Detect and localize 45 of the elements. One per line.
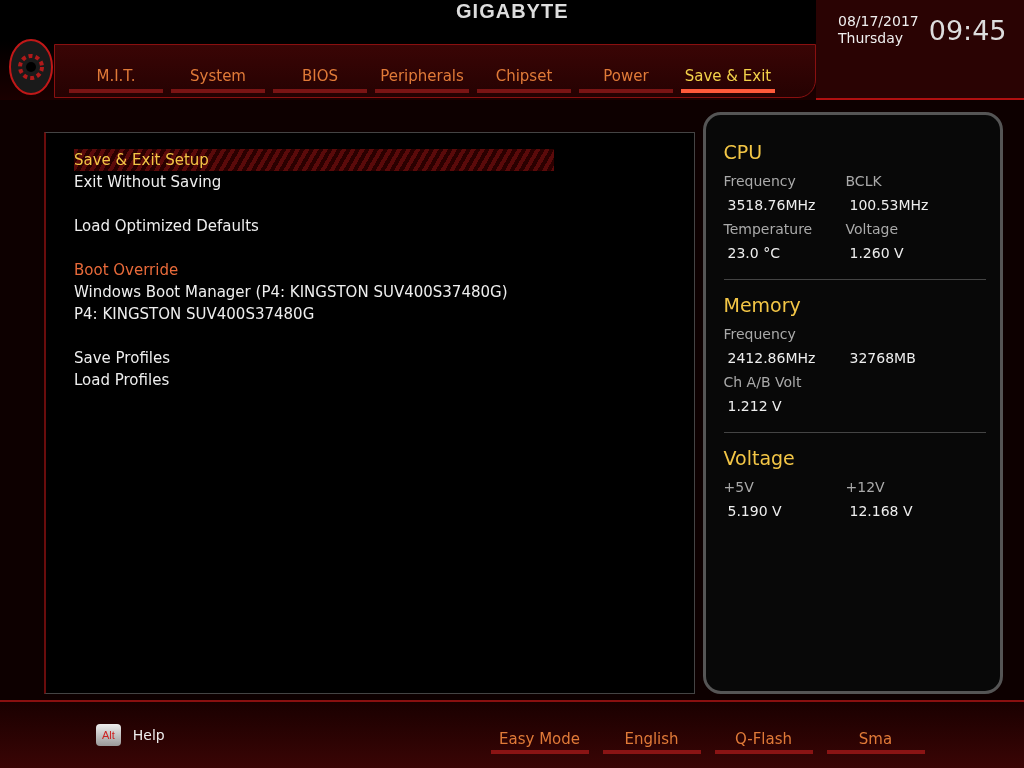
menu-item[interactable]: Exit Without Saving <box>74 171 222 193</box>
date-text: 08/17/2017 <box>838 13 919 30</box>
monitor-title: Voltage <box>723 447 796 469</box>
monitor-label: +12V <box>845 479 886 495</box>
monitor-label: Voltage <box>845 221 900 237</box>
menu-tab[interactable]: M.I.T. <box>69 67 163 93</box>
monitor-value: 100.53MHz <box>848 197 930 213</box>
monitor-title: CPU <box>723 141 764 163</box>
menu-tab[interactable]: Chipset <box>477 67 571 93</box>
bottom-button[interactable]: Sma <box>826 730 925 754</box>
monitor-label: BCLK <box>845 173 883 189</box>
menu-item[interactable]: Windows Boot Manager (P4: KINGSTON SUV400S37480G) <box>74 281 508 303</box>
menu-tab[interactable]: Save & Exit <box>681 67 775 93</box>
monitor-value: 5.190 V <box>726 503 783 519</box>
menu-tab[interactable]: BIOS <box>273 67 367 93</box>
monitor-value: 1.260 V <box>848 245 905 261</box>
brand-logo: GIGABYTE <box>456 0 569 23</box>
monitor-value: 23.0 °C <box>726 245 781 261</box>
monitor-value: 12.168 V <box>848 503 914 519</box>
monitor-value: 2412.86MHz <box>726 350 817 366</box>
menu-item[interactable]: P4: KINGSTON SUV400S37480G <box>74 303 315 325</box>
help-label: Help <box>132 727 165 743</box>
monitor-label: Ch A/B Volt <box>723 374 803 390</box>
bottom-button[interactable]: Q-Flash <box>714 730 813 754</box>
menu-tab[interactable]: Power <box>579 67 673 93</box>
monitor-value: 32768MB <box>848 350 917 366</box>
monitor-label: Temperature <box>723 221 814 237</box>
menu-item[interactable]: Save Profiles <box>74 347 171 369</box>
monitor-label: +5V <box>723 479 755 495</box>
monitor-label: Frequency <box>723 326 797 342</box>
clock-time: 09:45 <box>928 14 1007 46</box>
menu-tab[interactable]: Peripherals <box>375 67 469 93</box>
menu-item[interactable]: Load Optimized Defaults <box>74 215 259 237</box>
bottom-button[interactable]: Easy Mode <box>490 730 589 754</box>
monitor-label: Frequency <box>723 173 797 189</box>
menu-item[interactable]: Load Profiles <box>74 369 170 391</box>
menu-tab[interactable]: System <box>171 67 265 93</box>
monitor-title: Memory <box>723 294 802 316</box>
bottom-button[interactable]: English <box>602 730 701 754</box>
weekday-text: Thursday <box>838 30 905 47</box>
section-heading: Boot Override <box>74 260 180 281</box>
monitor-value: 1.212 V <box>726 398 783 414</box>
monitor-value: 3518.76MHz <box>726 197 817 213</box>
menu-item[interactable]: Save & Exit Setup <box>74 149 554 171</box>
gear-icon <box>8 38 54 96</box>
